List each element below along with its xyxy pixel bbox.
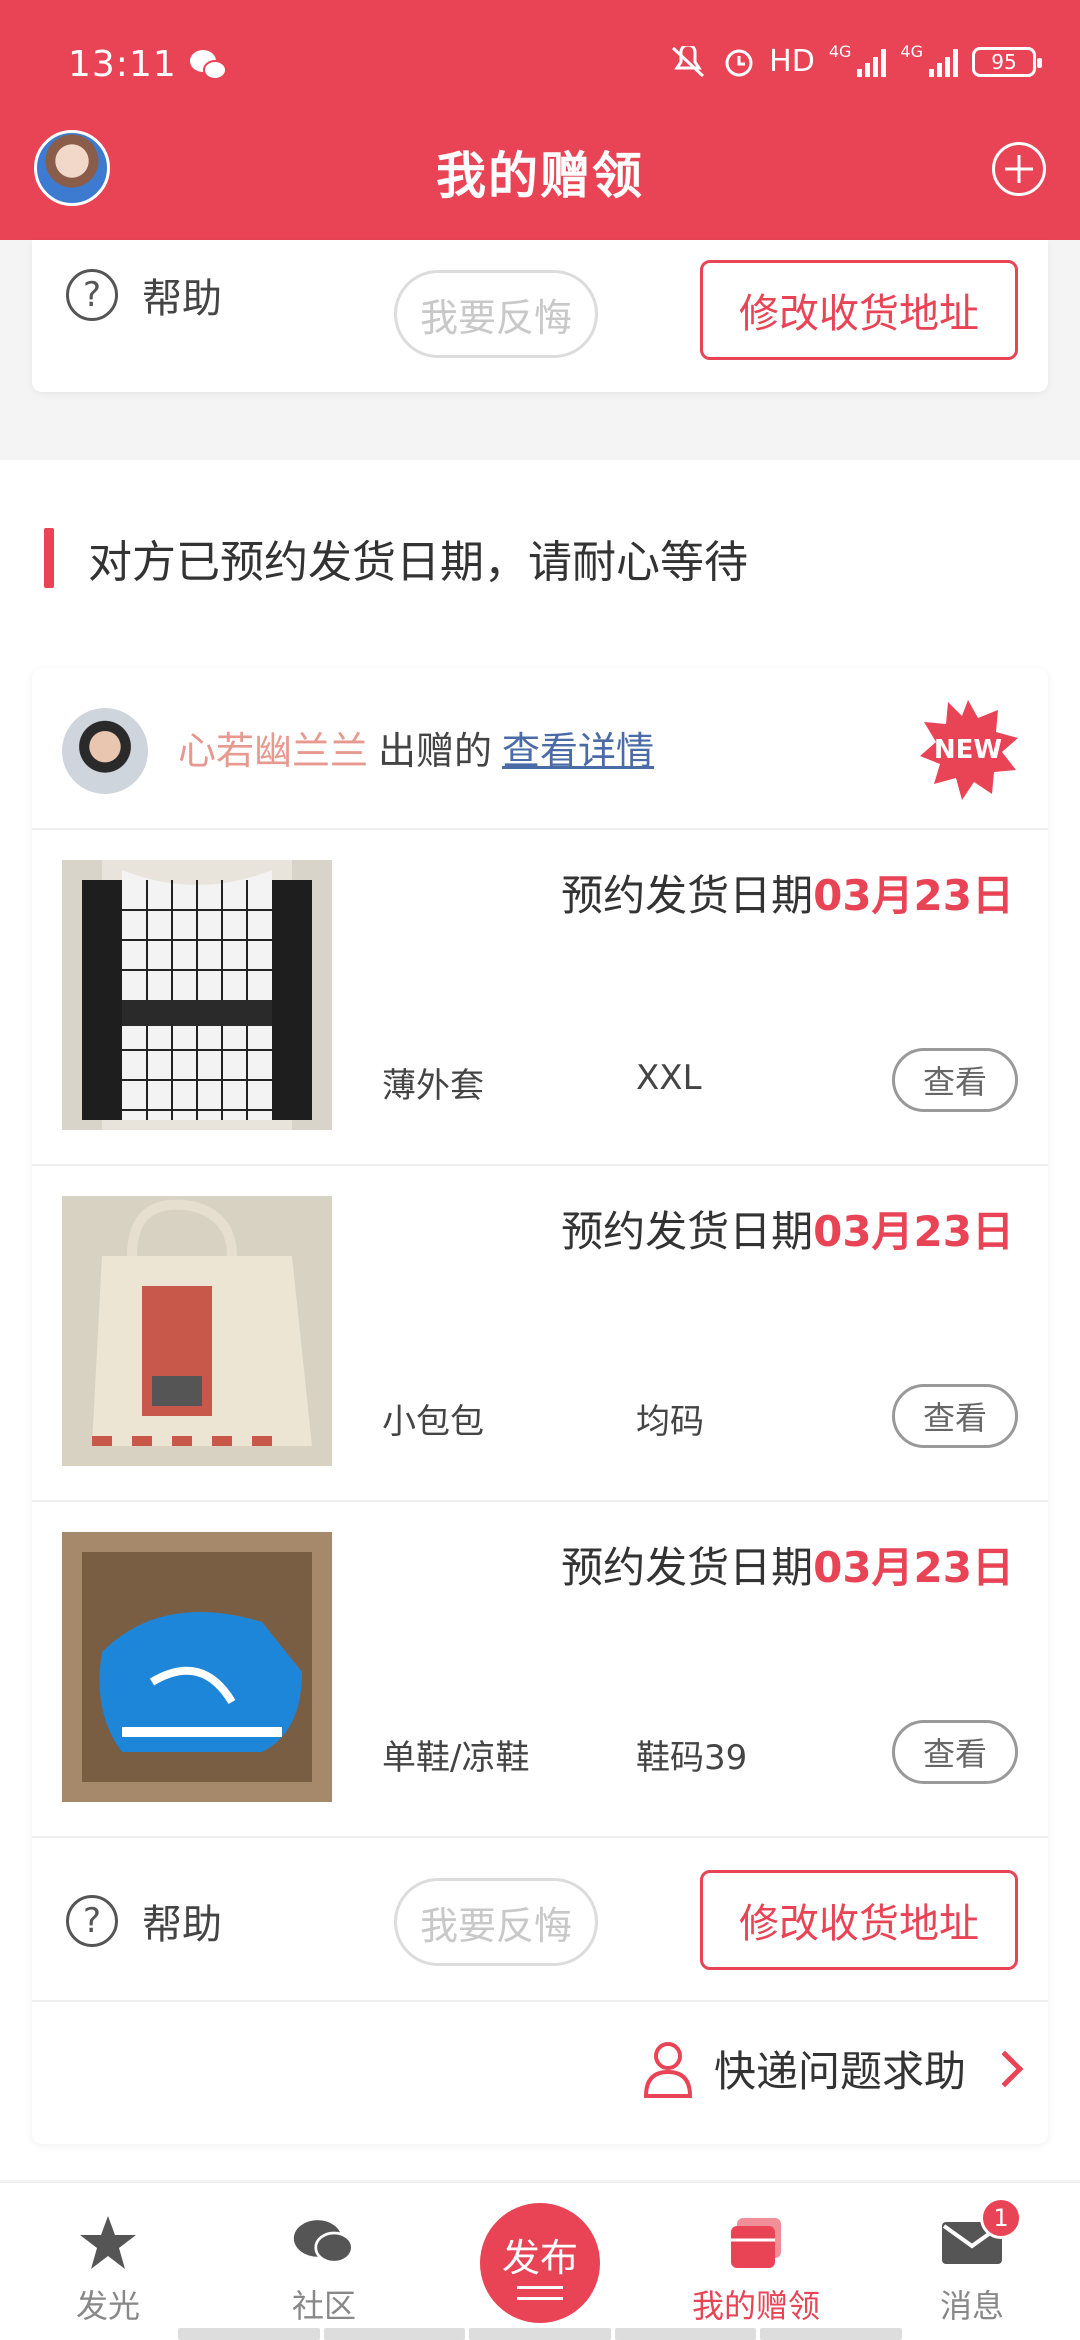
donor-line: 心若幽兰兰 出赠的 查看详情 [178, 720, 654, 775]
donation-item[interactable]: 预约发货日期03月23日 小包包 均码 查看 [32, 1166, 1048, 1502]
tab-messages[interactable]: 消息 1 [892, 2183, 1052, 2340]
question-icon: ? [66, 269, 118, 321]
publish-button[interactable]: 发布 [480, 2203, 600, 2323]
item-size: 均码 [636, 1402, 704, 1442]
tab-glow[interactable]: 发光 [28, 2183, 188, 2340]
publish-icon [517, 2285, 563, 2300]
user-icon [643, 2041, 692, 2098]
regret-button[interactable]: 我要反悔 [394, 270, 598, 358]
donation-item[interactable]: 预约发货日期03月23日 薄外套 XXL 查看 [32, 830, 1048, 1166]
add-button[interactable] [992, 142, 1046, 196]
help-label: 帮助 [142, 1902, 222, 1948]
tab-label: 社区 [291, 2287, 356, 2325]
status-time: 13:11 [68, 44, 177, 85]
item-name: 小包包 [382, 1402, 484, 1442]
edit-address-button[interactable]: 修改收货地址 [700, 260, 1018, 360]
tab-community[interactable]: 社区 [244, 2183, 404, 2340]
question-icon: ? [66, 1895, 118, 1947]
tab-my-donations[interactable]: 我的赠领 [676, 2183, 836, 2340]
view-button[interactable]: 查看 [892, 1720, 1018, 1784]
item-photo-shoes[interactable] [62, 1532, 332, 1802]
view-button[interactable]: 查看 [892, 1048, 1018, 1112]
view-details-link[interactable]: 查看详情 [502, 729, 654, 773]
hd-indicator: HD [769, 44, 815, 79]
new-badge: NEW [916, 698, 1020, 802]
tab-label: 发光 [75, 2287, 140, 2325]
tab-label: 消息 [939, 2287, 1004, 2325]
donation-card: 心若幽兰兰 出赠的 查看详情 NEW 预约发货日期03月23日 薄外套 XXL … [32, 668, 1048, 2144]
wechat-icon [190, 50, 227, 80]
alarm-icon [725, 49, 753, 76]
donation-actions: ? 帮助 我要反悔 修改收货地址 [32, 1838, 1048, 2002]
ship-date: 预约发货日期03月23日 [561, 871, 1014, 920]
item-size: 鞋码39 [636, 1738, 748, 1778]
express-help-label: 快递问题求助 [713, 2047, 966, 2096]
chat-bubble-icon [293, 2220, 354, 2264]
previous-donation-card: ? 帮助 我要反悔 修改收货地址 [32, 240, 1048, 392]
donor-avatar[interactable] [62, 708, 148, 794]
network-type: 4G [828, 42, 852, 61]
donor-name[interactable]: 心若幽兰兰 [178, 729, 368, 773]
express-help-link[interactable]: 快递问题求助 [642, 2038, 1024, 2099]
signal-icon-2 [929, 47, 958, 77]
message-count-badge: 1 [980, 2197, 1022, 2239]
battery-icon: 95 [972, 46, 1042, 77]
item-size: XXL [636, 1058, 702, 1098]
help-label: 帮助 [142, 276, 222, 322]
item-photo-dress[interactable] [62, 860, 332, 1130]
home-indicator [178, 2328, 902, 2340]
signal-icon [857, 47, 887, 77]
donor-row: 心若幽兰兰 出赠的 查看详情 NEW [32, 668, 1048, 830]
help-button[interactable]: ? 帮助 [66, 1892, 222, 1950]
bottom-tab-bar: 发光 社区 发布 我的赠领 消息 1 [0, 2182, 1080, 2340]
mute-vibrate-icon [672, 45, 705, 77]
help-button[interactable]: ? 帮助 [66, 266, 222, 324]
page-title: 我的赠领 [436, 147, 644, 205]
star-icon [80, 2216, 136, 2269]
app-header: 13:11 HD 4G 4G 95 我的赠领 [0, 0, 1080, 240]
regret-button[interactable]: 我要反悔 [394, 1878, 598, 1966]
battery-level: 95 [991, 49, 1017, 74]
item-photo-bag[interactable] [62, 1196, 332, 1466]
ship-date: 预约发货日期03月23日 [561, 1543, 1014, 1592]
status-icons: HD 4G 4G 95 [667, 42, 1042, 79]
new-label: NEW [933, 735, 1003, 765]
network-type-2: 4G [900, 42, 923, 61]
view-button[interactable]: 查看 [892, 1384, 1018, 1448]
chevron-right-icon [986, 2050, 1024, 2087]
status-bar: 13:11 HD 4G 4G 95 [0, 0, 1080, 130]
section-title: 对方已预约发货日期，请耐心等待 [44, 528, 748, 588]
edit-address-button[interactable]: 修改收货地址 [700, 1870, 1018, 1970]
item-name: 薄外套 [382, 1066, 484, 1106]
tab-label: 我的赠领 [691, 2287, 820, 2325]
ship-date: 预约发货日期03月23日 [561, 1207, 1014, 1256]
donation-item[interactable]: 预约发货日期03月23日 单鞋/凉鞋 鞋码39 查看 [32, 1502, 1048, 1838]
donor-suffix: 出赠的 [378, 729, 493, 773]
gift-cards-icon [731, 2218, 781, 2268]
publish-label: 发布 [501, 2235, 578, 2280]
item-name: 单鞋/凉鞋 [382, 1738, 530, 1778]
